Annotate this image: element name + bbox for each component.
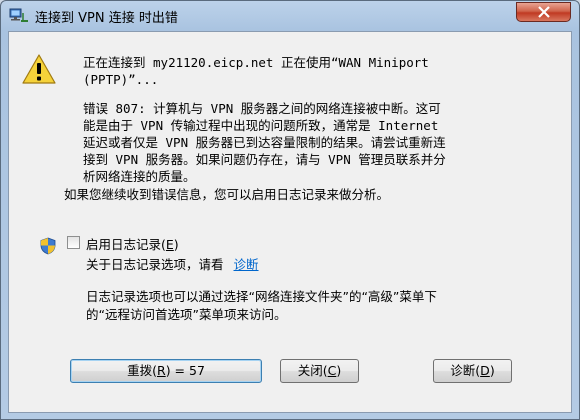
diagnose-button[interactable]: 诊断(D) bbox=[433, 359, 512, 383]
title-bar[interactable]: 连接到 VPN 连接 时出错 bbox=[1, 1, 579, 31]
diagnose-label-end: ) bbox=[489, 363, 495, 378]
connecting-line-2: (PPTP)”... bbox=[83, 72, 159, 87]
logging-info: 关于日志记录选项，请看 诊断 bbox=[86, 254, 259, 273]
diagnose-link[interactable]: 诊断 bbox=[234, 257, 259, 272]
redial-label: 重拨( bbox=[127, 363, 157, 378]
redial-countdown: ) = 57 bbox=[165, 363, 205, 378]
logging-hint: 如果您继续收到错误信息，您可以启用日志记录来做分析。 bbox=[64, 187, 390, 202]
warning-icon bbox=[22, 54, 56, 84]
close-button[interactable]: 关闭(C) bbox=[280, 359, 359, 383]
error-line-5: 析网络连接的质量。 bbox=[83, 169, 196, 184]
window-title: 连接到 VPN 连接 时出错 bbox=[35, 11, 178, 26]
enable-logging-text-end: ) bbox=[173, 237, 179, 252]
logging-note-line-1: 日志记录选项也可以通过选择“网络连接文件夹”的“高级”菜单下 bbox=[86, 289, 437, 304]
enable-logging-label[interactable]: 启用日志记录(E) bbox=[86, 234, 179, 253]
close-icon bbox=[538, 6, 550, 18]
enable-logging-accesskey: E bbox=[165, 237, 174, 252]
uac-shield-icon bbox=[40, 237, 56, 255]
network-connection-icon bbox=[9, 8, 28, 22]
dialog-content: 正在连接到 my21120.eicp.net 正在使用“WAN Miniport… bbox=[8, 31, 572, 413]
close-window-button[interactable] bbox=[516, 2, 571, 22]
close-label: 关闭( bbox=[297, 363, 328, 378]
enable-logging-text: 启用日志记录( bbox=[86, 237, 166, 252]
redial-accesskey: R bbox=[157, 363, 166, 378]
enable-logging-checkbox[interactable] bbox=[67, 236, 80, 249]
logging-note-line-2: 的“远程访问首选项”菜单项来访问。 bbox=[86, 307, 287, 322]
redial-button[interactable]: 重拨(R) = 57 bbox=[70, 359, 262, 383]
error-line-2: 能是由于 VPN 传输过程中出现的问题所致，通常是 Internet bbox=[83, 118, 439, 133]
error-dialog-window: 连接到 VPN 连接 时出错 正在连接到 my21120.eicp.net 正在… bbox=[0, 0, 580, 420]
error-message: 错误 807: 计算机与 VPN 服务器之间的网络连接被中断。这可 能是由于 V… bbox=[83, 100, 553, 185]
diagnose-label: 诊断( bbox=[450, 363, 481, 378]
diagnose-accesskey: D bbox=[480, 363, 490, 378]
close-label-end: ) bbox=[336, 363, 342, 378]
connecting-message: 正在连接到 my21120.eicp.net 正在使用“WAN Miniport… bbox=[83, 54, 553, 88]
connecting-line-1: 正在连接到 my21120.eicp.net 正在使用“WAN Miniport bbox=[83, 55, 429, 70]
error-line-4: 接到 VPN 服务器。如果问题仍存在，请与 VPN 管理员联系并分 bbox=[83, 152, 446, 167]
logging-info-text: 关于日志记录选项，请看 bbox=[86, 257, 224, 272]
logging-note: 日志记录选项也可以通过选择“网络连接文件夹”的“高级”菜单下 的“远程访问首选项… bbox=[86, 288, 556, 324]
error-line-1: 错误 807: 计算机与 VPN 服务器之间的网络连接被中断。这可 bbox=[83, 101, 441, 116]
error-line-3: 延迟或者仅是 VPN 服务器已到达容量限制的结果。请尝试重新连 bbox=[83, 135, 446, 150]
